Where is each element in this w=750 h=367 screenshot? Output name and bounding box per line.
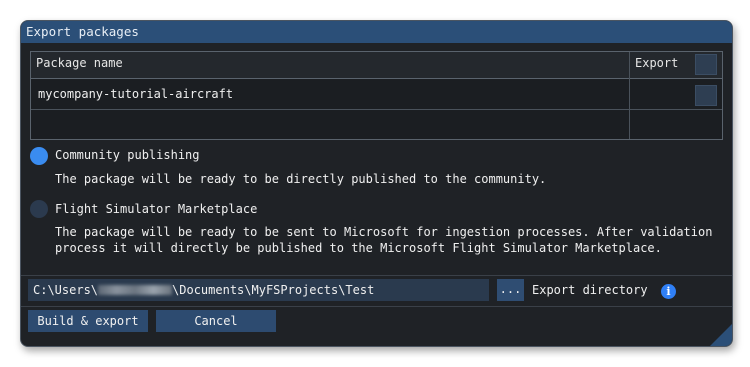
table-header: Package name Export	[31, 52, 722, 79]
export-packages-dialog: Export packages Package name Export myco…	[20, 20, 733, 347]
marketplace-description-line2: process it will directly be published to…	[55, 241, 662, 255]
package-table: Package name Export mycompany-tutorial-a…	[30, 51, 723, 140]
build-export-button[interactable]: Build & export	[28, 310, 148, 332]
resize-handle[interactable]	[710, 324, 732, 346]
export-directory-input[interactable]: C:\Users\ \Documents\MyFSProjects\Test	[28, 279, 489, 301]
row-divider	[31, 109, 722, 110]
table-row-package-name[interactable]: mycompany-tutorial-aircraft	[38, 87, 233, 101]
path-prefix: C:\Users\	[33, 283, 99, 297]
export-package-checkbox[interactable]	[695, 85, 717, 106]
community-publishing-label[interactable]: Community publishing	[55, 148, 200, 162]
redacted-username	[98, 284, 173, 295]
marketplace-radio[interactable]	[30, 200, 48, 218]
divider	[21, 275, 732, 276]
export-all-checkbox[interactable]	[695, 54, 717, 75]
column-header-export: Export	[635, 56, 679, 70]
column-divider	[629, 52, 630, 139]
browse-button[interactable]: ...	[497, 279, 524, 301]
community-publishing-radio[interactable]	[30, 147, 48, 165]
divider	[21, 306, 732, 307]
community-publishing-description: The package will be ready to be directly…	[55, 172, 547, 186]
marketplace-description: The package will be ready to be sent to …	[55, 224, 725, 256]
export-directory-label: Export directory	[532, 283, 648, 297]
path-suffix: \Documents\MyFSProjects\Test	[172, 283, 375, 297]
marketplace-description-line1: The package will be ready to be sent to …	[55, 225, 713, 239]
dialog-title[interactable]: Export packages	[21, 21, 732, 43]
cancel-button[interactable]: Cancel	[156, 310, 276, 332]
column-header-package-name: Package name	[36, 56, 123, 70]
info-icon[interactable]: i	[661, 284, 676, 299]
marketplace-label[interactable]: Flight Simulator Marketplace	[55, 202, 257, 216]
